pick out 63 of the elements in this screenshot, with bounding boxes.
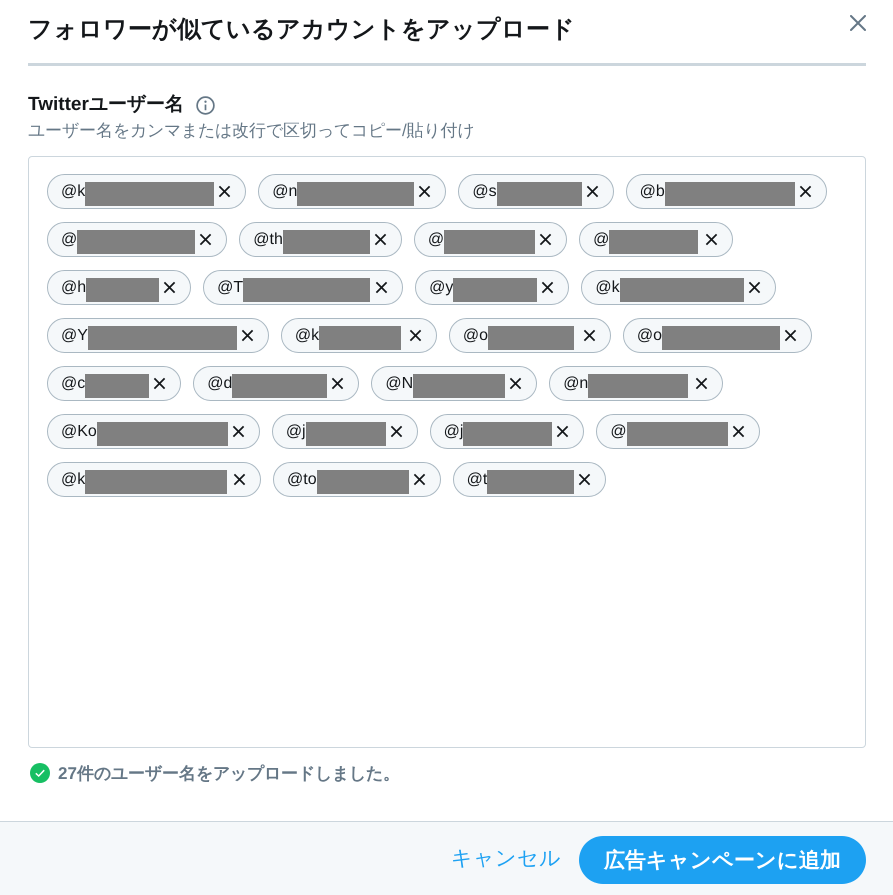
remove-icon[interactable] — [556, 425, 570, 438]
remove-icon[interactable] — [418, 185, 432, 198]
username-text: @o — [462, 326, 488, 346]
remove-icon[interactable] — [390, 425, 403, 438]
status-message: 27件のユーザー名をアップロードしました。 — [58, 762, 400, 784]
username-text: @to — [287, 470, 317, 490]
username-text: @Ko — [61, 422, 97, 442]
remove-icon[interactable] — [582, 329, 596, 342]
add-to-campaign-button[interactable]: 広告キャンペーンに追加 — [579, 836, 866, 884]
username-text: @ — [61, 230, 78, 250]
username-text: @d — [207, 374, 232, 394]
remove-icon[interactable] — [240, 329, 254, 342]
username-text: @T — [217, 278, 244, 298]
username-text: @th — [253, 230, 283, 250]
username-text: @ — [593, 230, 610, 250]
username-text: @b — [640, 182, 665, 202]
username-text: @j — [286, 422, 306, 442]
info-icon[interactable] — [196, 96, 215, 114]
username-text: @s — [472, 182, 497, 202]
username-text: @n — [563, 374, 588, 394]
remove-icon[interactable] — [732, 425, 745, 438]
username-text: @t — [466, 470, 488, 490]
username-text: @k — [61, 470, 86, 490]
username-text: @n — [272, 182, 298, 202]
remove-icon[interactable] — [798, 185, 812, 198]
remove-icon[interactable] — [784, 329, 798, 342]
close-icon[interactable] — [850, 15, 866, 31]
username-text: @k — [595, 278, 620, 298]
username-text: @y — [429, 278, 454, 298]
remove-icon[interactable] — [539, 233, 552, 246]
username-text: @j — [444, 422, 464, 442]
remove-icon[interactable] — [578, 473, 592, 486]
cancel-link[interactable]: キャンセル — [451, 844, 561, 874]
remove-icon[interactable] — [408, 329, 422, 342]
remove-icon[interactable] — [695, 377, 708, 390]
dialog-title: フォロワーが似ているアカウントをアップロード — [28, 15, 575, 45]
remove-icon[interactable] — [412, 473, 426, 486]
remove-icon[interactable] — [331, 377, 344, 390]
username-input-area[interactable]: @k @n @s @b @ @th @ @ @h @T @y @k @Y @k @o @o @c @d @N @n @Ko @j @j @ @k @to @t — [28, 156, 866, 748]
username-text: @h — [61, 278, 86, 298]
remove-icon[interactable] — [218, 185, 232, 198]
username-text: @k — [294, 326, 320, 346]
username-text: @ — [428, 230, 444, 250]
remove-icon[interactable] — [163, 281, 176, 294]
username-text: @Y — [61, 326, 88, 346]
username-text: @o — [636, 326, 662, 346]
remove-icon[interactable] — [586, 185, 599, 198]
username-text: @c — [61, 374, 86, 394]
field-hint: ユーザー名をカンマまたは改行で区切ってコピー/貼り付け — [28, 120, 476, 142]
remove-icon[interactable] — [375, 281, 388, 294]
remove-icon[interactable] — [705, 233, 718, 246]
remove-icon[interactable] — [509, 377, 522, 390]
username-text: @k — [61, 182, 86, 202]
remove-icon[interactable] — [748, 281, 761, 294]
field-label: Twitterユーザー名 — [28, 93, 184, 117]
remove-icon[interactable] — [374, 233, 387, 246]
username-text: @N — [385, 374, 414, 394]
remove-icon[interactable] — [232, 425, 245, 438]
remove-icon[interactable] — [153, 377, 166, 390]
username-text: @ — [610, 422, 627, 442]
remove-icon[interactable] — [199, 233, 212, 246]
remove-icon[interactable] — [233, 473, 246, 486]
remove-icon[interactable] — [541, 281, 554, 294]
